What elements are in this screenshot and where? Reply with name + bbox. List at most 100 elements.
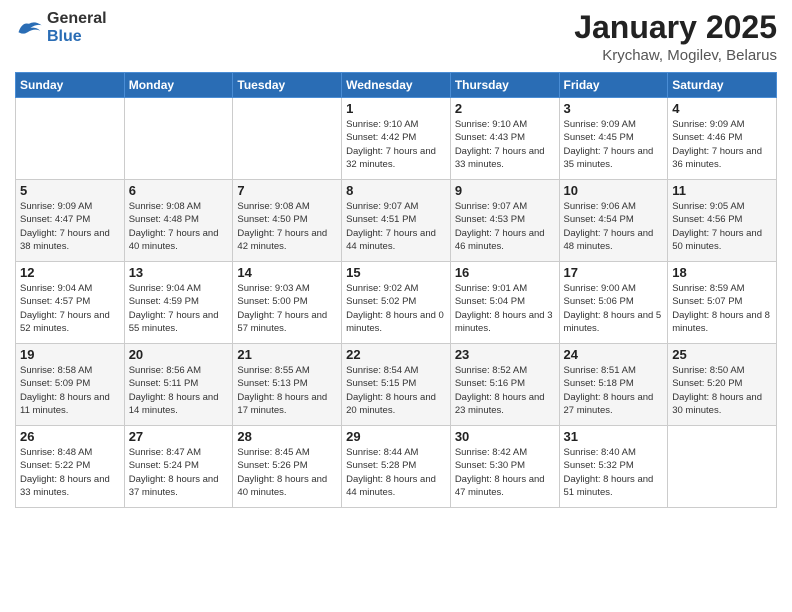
day-number: 14 xyxy=(237,265,337,280)
table-row: 27 Sunrise: 8:47 AM Sunset: 5:24 PM Dayli… xyxy=(124,426,233,508)
table-row: 21 Sunrise: 8:55 AM Sunset: 5:13 PM Dayli… xyxy=(233,344,342,426)
page: General Blue January 2025 Krychaw, Mogil… xyxy=(0,0,792,612)
table-row: 11 Sunrise: 9:05 AM Sunset: 4:56 PM Dayli… xyxy=(668,180,777,262)
table-row: 17Sunrise: 9:00 AM Sunset: 5:06 PM Dayli… xyxy=(559,262,668,344)
day-number: 10 xyxy=(564,183,664,198)
logo: General Blue xyxy=(15,10,107,46)
day-detail: Sunrise: 8:50 AM Sunset: 5:20 PM Dayligh… xyxy=(672,364,772,417)
day-number: 21 xyxy=(237,347,337,362)
logo-icon xyxy=(15,18,43,38)
table-row: 25Sunrise: 8:50 AM Sunset: 5:20 PM Dayli… xyxy=(668,344,777,426)
table-row: 16 Sunrise: 9:01 AM Sunset: 5:04 PM Dayli… xyxy=(450,262,559,344)
table-row: 20 Sunrise: 8:56 AM Sunset: 5:11 PM Dayli… xyxy=(124,344,233,426)
table-row: 18 Sunrise: 8:59 AM Sunset: 5:07 PM Dayli… xyxy=(668,262,777,344)
day-number: 4 xyxy=(672,101,772,116)
table-row: 4 Sunrise: 9:09 AM Sunset: 4:46 PM Daylig… xyxy=(668,98,777,180)
col-thursday: Thursday xyxy=(450,73,559,98)
table-row: 5Sunrise: 9:09 AM Sunset: 4:47 PM Daylig… xyxy=(16,180,125,262)
col-friday: Friday xyxy=(559,73,668,98)
day-detail: Sunrise: 9:07 AM Sunset: 4:51 PM Dayligh… xyxy=(346,200,446,253)
day-number: 11 xyxy=(672,183,772,198)
day-detail: Sunrise: 9:04 AM Sunset: 4:59 PM Dayligh… xyxy=(129,282,229,335)
table-row: 31 Sunrise: 8:40 AM Sunset: 5:32 PM Dayli… xyxy=(559,426,668,508)
day-detail: Sunrise: 9:09 AM Sunset: 4:46 PM Dayligh… xyxy=(672,118,772,171)
month-title: January 2025 xyxy=(574,10,777,45)
col-tuesday: Tuesday xyxy=(233,73,342,98)
table-row: 3Sunrise: 9:09 AM Sunset: 4:45 PM Daylig… xyxy=(559,98,668,180)
day-detail: Sunrise: 8:54 AM Sunset: 5:15 PM Dayligh… xyxy=(346,364,446,417)
day-detail: Sunrise: 8:48 AM Sunset: 5:22 PM Dayligh… xyxy=(20,446,120,499)
day-number: 27 xyxy=(129,429,229,444)
logo-blue: Blue xyxy=(47,28,82,45)
day-number: 5 xyxy=(20,183,120,198)
table-row: 15 Sunrise: 9:02 AM Sunset: 5:02 PM Dayli… xyxy=(342,262,451,344)
day-detail: Sunrise: 8:56 AM Sunset: 5:11 PM Dayligh… xyxy=(129,364,229,417)
day-detail: Sunrise: 8:52 AM Sunset: 5:16 PM Dayligh… xyxy=(455,364,555,417)
day-detail: Sunrise: 8:40 AM Sunset: 5:32 PM Dayligh… xyxy=(564,446,664,499)
day-number: 23 xyxy=(455,347,555,362)
day-number: 30 xyxy=(455,429,555,444)
table-row: 12 Sunrise: 9:04 AM Sunset: 4:57 PM Dayli… xyxy=(16,262,125,344)
day-detail: Sunrise: 9:10 AM Sunset: 4:42 PM Dayligh… xyxy=(346,118,446,171)
day-number: 16 xyxy=(455,265,555,280)
header: General Blue January 2025 Krychaw, Mogil… xyxy=(15,10,777,64)
day-detail: Sunrise: 8:59 AM Sunset: 5:07 PM Dayligh… xyxy=(672,282,772,335)
table-row xyxy=(16,98,125,180)
day-detail: Sunrise: 9:07 AM Sunset: 4:53 PM Dayligh… xyxy=(455,200,555,253)
calendar-table: Sunday Monday Tuesday Wednesday Thursday… xyxy=(15,72,777,508)
table-row xyxy=(233,98,342,180)
calendar-week-row: 12 Sunrise: 9:04 AM Sunset: 4:57 PM Dayli… xyxy=(16,262,777,344)
table-row: 1 Sunrise: 9:10 AM Sunset: 4:42 PM Daylig… xyxy=(342,98,451,180)
day-detail: Sunrise: 8:44 AM Sunset: 5:28 PM Dayligh… xyxy=(346,446,446,499)
calendar-header-row: Sunday Monday Tuesday Wednesday Thursday… xyxy=(16,73,777,98)
day-number: 17 xyxy=(564,265,664,280)
table-row: 22Sunrise: 8:54 AM Sunset: 5:15 PM Dayli… xyxy=(342,344,451,426)
table-row: 29 Sunrise: 8:44 AM Sunset: 5:28 PM Dayli… xyxy=(342,426,451,508)
day-number: 1 xyxy=(346,101,446,116)
table-row: 24 Sunrise: 8:51 AM Sunset: 5:18 PM Dayli… xyxy=(559,344,668,426)
day-number: 15 xyxy=(346,265,446,280)
table-row: 7 Sunrise: 9:08 AM Sunset: 4:50 PM Daylig… xyxy=(233,180,342,262)
day-detail: Sunrise: 9:06 AM Sunset: 4:54 PM Dayligh… xyxy=(564,200,664,253)
table-row: 8 Sunrise: 9:07 AM Sunset: 4:51 PM Daylig… xyxy=(342,180,451,262)
day-detail: Sunrise: 9:08 AM Sunset: 4:50 PM Dayligh… xyxy=(237,200,337,253)
day-detail: Sunrise: 8:47 AM Sunset: 5:24 PM Dayligh… xyxy=(129,446,229,499)
day-number: 8 xyxy=(346,183,446,198)
calendar-week-row: 26Sunrise: 8:48 AM Sunset: 5:22 PM Dayli… xyxy=(16,426,777,508)
table-row xyxy=(668,426,777,508)
col-sunday: Sunday xyxy=(16,73,125,98)
day-number: 3 xyxy=(564,101,664,116)
logo-general: General xyxy=(47,10,107,27)
table-row: 2Sunrise: 9:10 AM Sunset: 4:43 PM Daylig… xyxy=(450,98,559,180)
day-detail: Sunrise: 9:05 AM Sunset: 4:56 PM Dayligh… xyxy=(672,200,772,253)
calendar-week-row: 19 Sunrise: 8:58 AM Sunset: 5:09 PM Dayli… xyxy=(16,344,777,426)
location: Krychaw, Mogilev, Belarus xyxy=(574,47,777,64)
day-detail: Sunrise: 9:01 AM Sunset: 5:04 PM Dayligh… xyxy=(455,282,555,335)
table-row: 9 Sunrise: 9:07 AM Sunset: 4:53 PM Daylig… xyxy=(450,180,559,262)
day-detail: Sunrise: 9:04 AM Sunset: 4:57 PM Dayligh… xyxy=(20,282,120,335)
day-detail: Sunrise: 8:42 AM Sunset: 5:30 PM Dayligh… xyxy=(455,446,555,499)
day-number: 24 xyxy=(564,347,664,362)
calendar-week-row: 1 Sunrise: 9:10 AM Sunset: 4:42 PM Daylig… xyxy=(16,98,777,180)
day-number: 29 xyxy=(346,429,446,444)
table-row: 30 Sunrise: 8:42 AM Sunset: 5:30 PM Dayli… xyxy=(450,426,559,508)
day-number: 9 xyxy=(455,183,555,198)
day-detail: Sunrise: 9:03 AM Sunset: 5:00 PM Dayligh… xyxy=(237,282,337,335)
day-detail: Sunrise: 8:58 AM Sunset: 5:09 PM Dayligh… xyxy=(20,364,120,417)
calendar-week-row: 5Sunrise: 9:09 AM Sunset: 4:47 PM Daylig… xyxy=(16,180,777,262)
day-detail: Sunrise: 9:02 AM Sunset: 5:02 PM Dayligh… xyxy=(346,282,446,335)
table-row: 19 Sunrise: 8:58 AM Sunset: 5:09 PM Dayli… xyxy=(16,344,125,426)
day-number: 31 xyxy=(564,429,664,444)
day-detail: Sunrise: 8:51 AM Sunset: 5:18 PM Dayligh… xyxy=(564,364,664,417)
day-number: 20 xyxy=(129,347,229,362)
day-detail: Sunrise: 8:55 AM Sunset: 5:13 PM Dayligh… xyxy=(237,364,337,417)
table-row: 14 Sunrise: 9:03 AM Sunset: 5:00 PM Dayli… xyxy=(233,262,342,344)
day-number: 7 xyxy=(237,183,337,198)
day-detail: Sunrise: 9:08 AM Sunset: 4:48 PM Dayligh… xyxy=(129,200,229,253)
day-number: 18 xyxy=(672,265,772,280)
day-number: 13 xyxy=(129,265,229,280)
table-row: 28Sunrise: 8:45 AM Sunset: 5:26 PM Dayli… xyxy=(233,426,342,508)
day-number: 19 xyxy=(20,347,120,362)
day-number: 12 xyxy=(20,265,120,280)
table-row: 6Sunrise: 9:08 AM Sunset: 4:48 PM Daylig… xyxy=(124,180,233,262)
